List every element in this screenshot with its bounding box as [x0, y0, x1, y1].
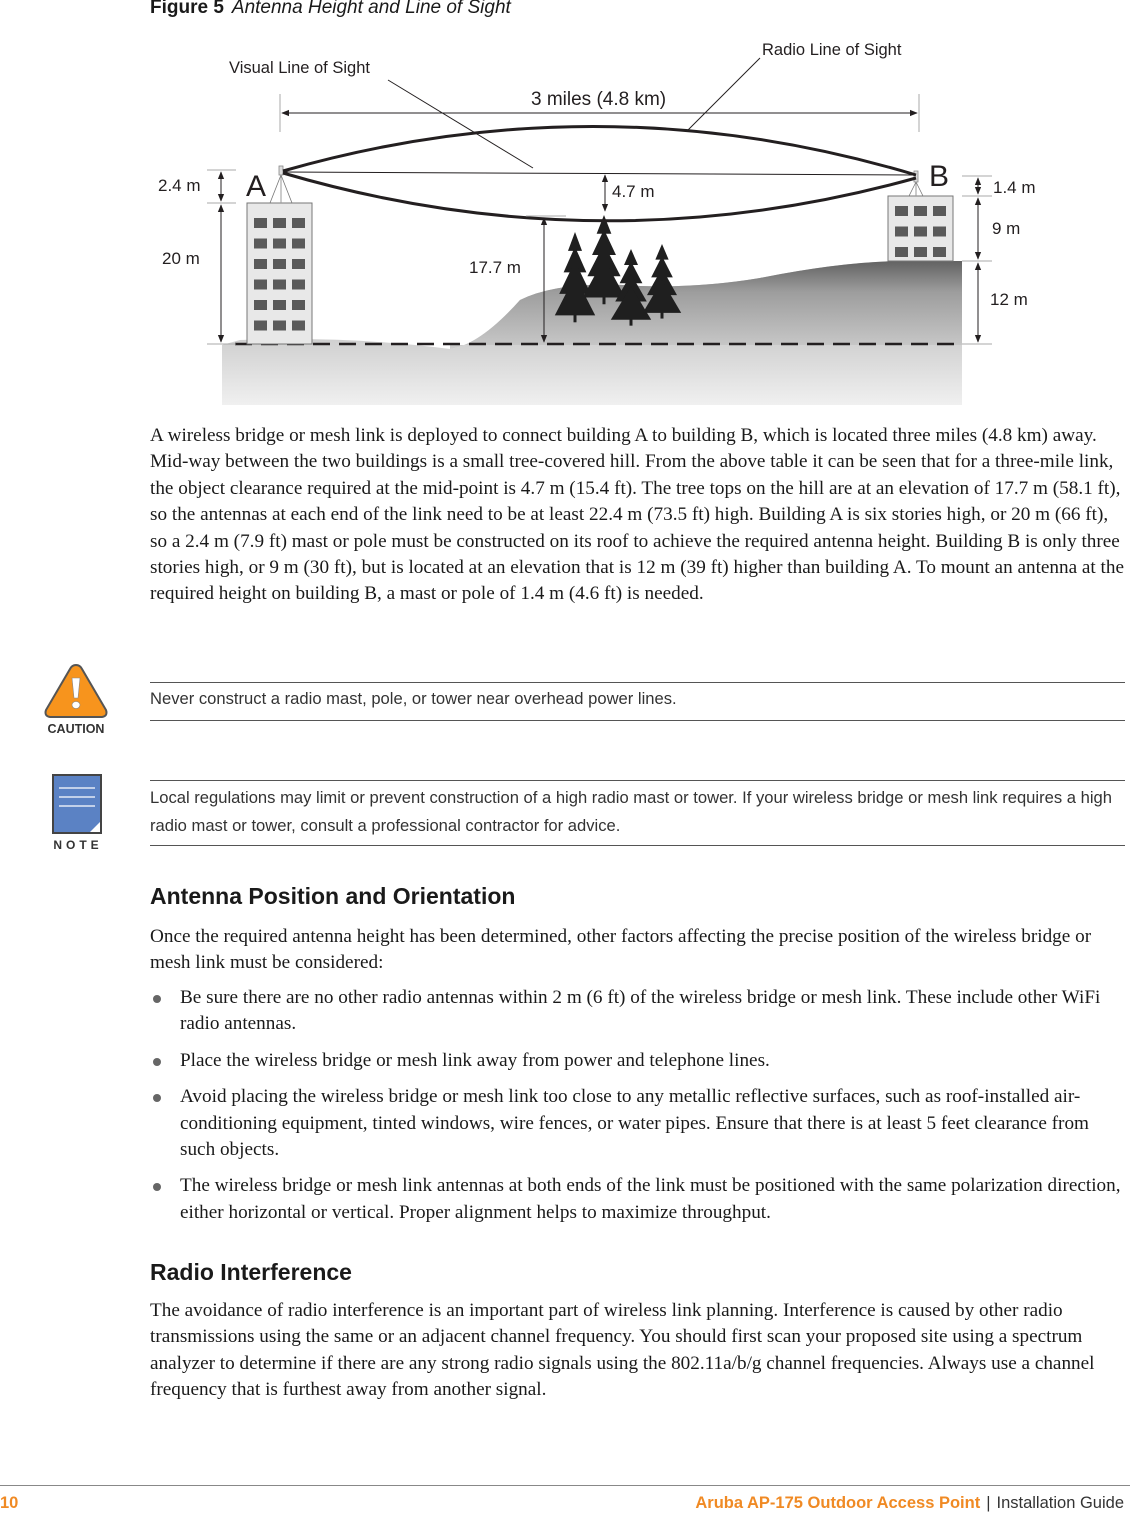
- list-item: The wireless bridge or mesh link antenna…: [150, 1173, 1125, 1226]
- clearance-label: 4.7 m: [612, 182, 655, 201]
- visual-los-label: Visual Line of Sight: [229, 59, 370, 77]
- building-window: [254, 320, 267, 331]
- bullet-icon: [153, 995, 161, 1003]
- section-heading-antenna-position: Antenna Position and Orientation: [150, 883, 516, 909]
- radio-los-label: Radio Line of Sight: [762, 41, 902, 59]
- list-item: Be sure there are no other radio antenna…: [150, 985, 1125, 1038]
- building-a-label: A: [246, 170, 266, 203]
- building-window: [292, 300, 305, 310]
- building-window: [895, 226, 908, 237]
- bullet-icon: [153, 1094, 161, 1103]
- trees: [554, 215, 682, 326]
- list-item: Avoid placing the wireless bridge or mes…: [150, 1084, 1125, 1163]
- building-window: [273, 279, 286, 290]
- caution-text: Never construct a radio mast, pole, or t…: [150, 689, 677, 708]
- building-window: [933, 206, 946, 216]
- list-item-text: The wireless bridge or mesh link antenna…: [180, 1175, 1121, 1223]
- list-item-text: Avoid placing the wireless bridge or mes…: [180, 1086, 1089, 1161]
- footer-separator: |: [986, 1494, 991, 1512]
- distance-label: 3 miles (4.8 km): [531, 89, 666, 110]
- note-callout: Local regulations may limit or prevent c…: [150, 780, 1125, 846]
- building-window: [273, 238, 286, 249]
- building-window: [273, 218, 286, 228]
- bullet-icon: [153, 1183, 161, 1192]
- hill: [450, 261, 962, 349]
- building-window: [292, 320, 305, 331]
- antenna-line-of-sight-diagram: 3 miles (4.8 km) Visual Line of Sight Ra…: [158, 41, 1036, 405]
- caution-icon-label: CAUTION: [48, 722, 105, 736]
- fresnel-zone-upper: [282, 125, 917, 177]
- antenna-position-list: Be sure there are no other radio antenna…: [150, 985, 1125, 1236]
- building-window: [273, 259, 286, 269]
- bullet-icon: [153, 1057, 161, 1066]
- tree-foliage: [582, 258, 626, 298]
- building-window: [914, 206, 927, 216]
- building-b-label: B: [929, 160, 949, 193]
- building-window: [933, 226, 946, 237]
- note-text: Local regulations may limit or prevent c…: [150, 788, 1112, 835]
- building-window: [292, 238, 305, 249]
- caution-callout: Never construct a radio mast, pole, or t…: [150, 682, 1125, 721]
- building-window: [254, 218, 267, 228]
- building-window: [254, 259, 267, 269]
- list-item-text: Place the wireless bridge or mesh link a…: [180, 1049, 770, 1071]
- building-window: [292, 259, 305, 269]
- fresnel-zone-lower: [282, 171, 917, 223]
- footer-doc-title: Aruba AP-175 Outdoor Access Point | Instal…: [695, 1494, 1124, 1513]
- building-window: [273, 320, 286, 331]
- building-window: [933, 247, 946, 257]
- building-window: [292, 218, 305, 228]
- building-window: [895, 206, 908, 216]
- section-heading-radio-interference: Radio Interference: [150, 1259, 352, 1285]
- building-window: [254, 279, 267, 290]
- building-a: [246, 202, 313, 345]
- building-window: [914, 247, 927, 257]
- building-window: [895, 247, 908, 257]
- footer-product: Aruba AP-175 Outdoor Access Point: [695, 1494, 981, 1512]
- intro-paragraph: A wireless bridge or mesh link is deploy…: [150, 425, 1124, 605]
- visual-line-of-sight: [282, 171, 917, 176]
- building-window: [914, 226, 927, 237]
- radio-interference-paragraph: The avoidance of radio interference is a…: [150, 1300, 1095, 1401]
- building-window: [254, 238, 267, 249]
- building-window: [273, 300, 286, 310]
- footer-doc-type: Installation Guide: [996, 1494, 1125, 1512]
- note-icon: NOTE: [52, 774, 102, 852]
- antenna-position-intro: Once the required antenna height has bee…: [150, 926, 1092, 974]
- mast-b-label: 1.4 m: [993, 178, 1036, 197]
- footer-divider: [0, 1485, 1130, 1486]
- building-b: [887, 195, 954, 262]
- tree-height-label: 17.7 m: [469, 258, 521, 277]
- page-number: 10: [0, 1494, 19, 1512]
- building-window: [254, 300, 267, 310]
- mast-a-label: 2.4 m: [158, 176, 201, 195]
- building-b-height-label: 9 m: [992, 219, 1020, 238]
- note-icon-label: NOTE: [53, 838, 102, 852]
- list-item-text: Be sure there are no other radio antenna…: [180, 987, 1101, 1035]
- building-window: [292, 279, 305, 290]
- list-item: Place the wireless bridge or mesh link a…: [150, 1048, 1125, 1074]
- caution-icon: CAUTION: [44, 663, 108, 736]
- building-a-height-label: 20 m: [162, 249, 200, 268]
- hill-elevation-label: 12 m: [990, 290, 1028, 309]
